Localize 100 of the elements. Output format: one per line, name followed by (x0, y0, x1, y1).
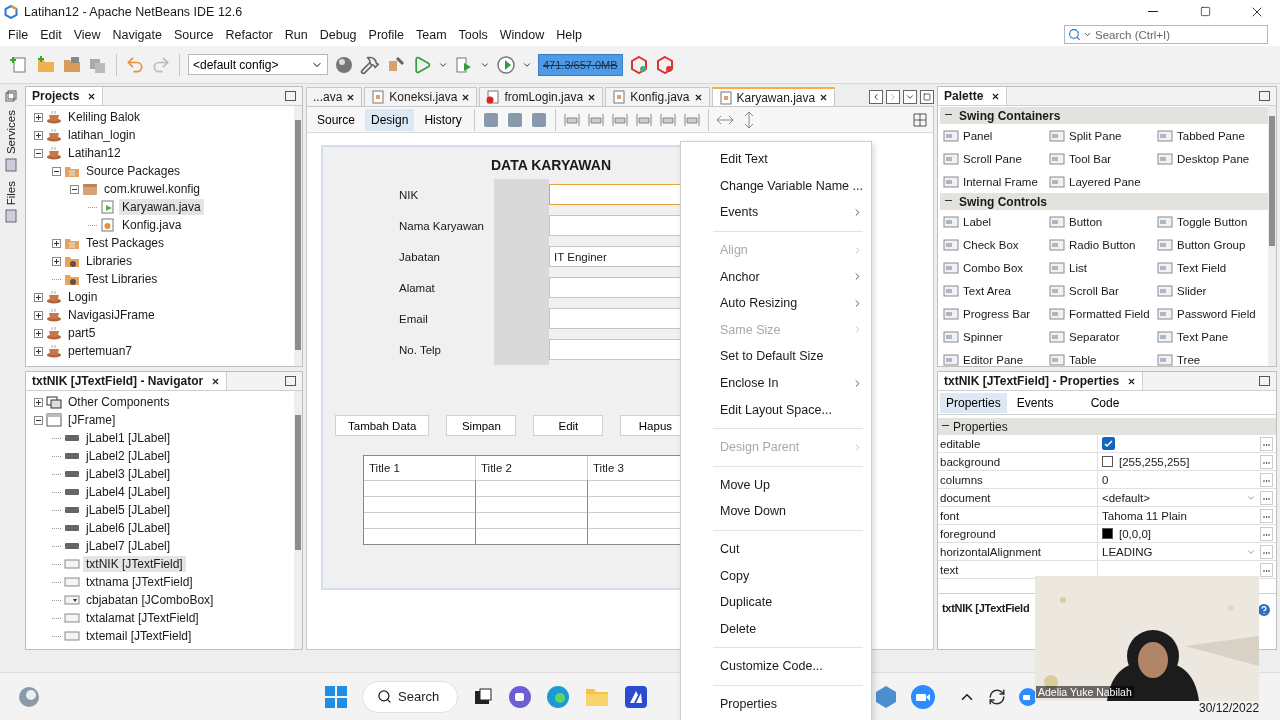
menu-item[interactable]: View (67, 27, 107, 42)
palette-component[interactable]: Editor Pane (963, 353, 1024, 366)
menu-item[interactable]: Cut (681, 535, 871, 563)
menu-item[interactable]: Run (278, 27, 314, 42)
form-button[interactable]: Tambah Data (335, 415, 430, 436)
menu-item[interactable]: Move Down (681, 498, 871, 525)
menu-item[interactable]: Delete (681, 615, 871, 643)
property-value[interactable]: Tahoma 11 Plain (1102, 509, 1187, 522)
search-field[interactable]: Search (Ctrl+I) (1064, 25, 1268, 44)
palette-component[interactable]: Separator (1069, 330, 1120, 343)
menu-item[interactable]: Copy (681, 562, 871, 589)
component-node[interactable]: jLabel5 [JLabel] (83, 502, 174, 518)
component-node[interactable]: jLabel6 [JLabel] (83, 520, 174, 536)
menu-item[interactable]: Refactor (219, 27, 279, 42)
palette-component[interactable]: Button (1069, 215, 1103, 228)
palette-component[interactable]: Tool Bar (1069, 152, 1112, 165)
palette-component[interactable]: Combo Box (963, 261, 1024, 274)
palette-component[interactable]: Label (963, 215, 992, 228)
menu-item[interactable]: Window (493, 27, 551, 42)
project-node[interactable]: Latihan12 (65, 145, 124, 161)
palette-title-tab[interactable]: Palette (938, 87, 1008, 105)
palette-component[interactable]: Formatted Field (1069, 307, 1150, 320)
palette-component[interactable]: Text Pane (1177, 330, 1229, 343)
menu-item[interactable]: Duplicate (681, 588, 871, 616)
project-node[interactable]: Libraries (83, 253, 136, 269)
component-node[interactable]: jLabel4 [JLabel] (83, 484, 174, 500)
palette-component[interactable]: Progress Bar (963, 307, 1031, 320)
menu-item[interactable]: Edit (34, 27, 68, 42)
menu-item[interactable]: Help (550, 27, 588, 42)
project-node[interactable]: Login (65, 289, 101, 305)
project-node[interactable]: part5 (65, 325, 99, 341)
palette-component[interactable]: Table (1069, 353, 1097, 366)
editor-tab[interactable]: ...ava (306, 87, 363, 106)
editor-tab[interactable]: Konfig.java (605, 87, 710, 106)
component-node[interactable]: jLabel2 [JLabel] (83, 448, 174, 464)
palette-component[interactable]: Text Field (1177, 261, 1227, 274)
palette-component[interactable]: Password Field (1177, 307, 1256, 320)
palette-component[interactable]: Check Box (963, 238, 1019, 251)
config-dropdown[interactable]: <default config> (188, 54, 328, 75)
view-tab[interactable]: Source (311, 108, 362, 131)
side-tab[interactable]: Services (5, 110, 17, 155)
menu-item[interactable]: Set to Default Size (681, 343, 871, 370)
menu-item[interactable]: Change Variable Name ... (681, 172, 871, 200)
component-node[interactable]: cbjabatan [JComboBox] (83, 592, 217, 608)
side-tab[interactable]: Files (5, 181, 17, 206)
editor-tab[interactable]: Karyawan.java (711, 87, 836, 106)
form-button[interactable]: Edit (533, 415, 604, 436)
palette-component[interactable]: Internal Frame (963, 175, 1038, 188)
property-value[interactable]: 0 (1102, 473, 1109, 486)
palette-section[interactable]: Swing Controls (940, 193, 1268, 210)
project-node[interactable]: NavigasiJFrame (65, 307, 158, 323)
project-node[interactable]: Test Packages (83, 235, 168, 251)
project-node[interactable]: pertemuan7 (65, 343, 136, 359)
palette-component[interactable]: List (1069, 261, 1087, 274)
project-node[interactable]: Karyawan.java (119, 199, 204, 215)
panel-tab[interactable]: txtNIK [JTextField] - Navigator (26, 372, 228, 390)
palette-component[interactable]: Spinner (963, 330, 1003, 343)
editor-tab[interactable]: fromLogin.java (479, 87, 604, 106)
palette-component[interactable]: Tabbed Pane (1177, 129, 1245, 142)
palette-component[interactable]: Button Group (1177, 238, 1246, 251)
palette-component[interactable]: Tree (1177, 353, 1201, 366)
editor-tab[interactable]: Koneksi.java (364, 87, 478, 106)
menu-item[interactable]: Edit Text (681, 146, 871, 173)
menu-item[interactable]: File (2, 27, 35, 42)
project-node[interactable]: Keliling Balok (65, 109, 144, 125)
menu-item[interactable]: Debug (313, 27, 363, 42)
component-node[interactable]: txtemail [JTextField] (83, 628, 195, 644)
component-node[interactable]: Other Components (65, 394, 173, 410)
panel-tab[interactable]: Projects (26, 87, 104, 105)
form-button[interactable]: Simpan (446, 415, 517, 436)
palette-component[interactable]: Desktop Pane (1177, 152, 1250, 165)
menu-item[interactable]: Navigate (106, 27, 168, 42)
project-node[interactable]: Test Libraries (83, 271, 161, 287)
menu-item[interactable]: Team (410, 27, 453, 42)
component-node[interactable]: [JFrame] (65, 412, 119, 428)
component-node[interactable]: jLabel3 [JLabel] (83, 466, 174, 482)
component-node[interactable]: txtNIK [JTextField] (83, 556, 186, 572)
menu-item[interactable]: Properties (681, 690, 871, 718)
property-value[interactable]: <default> (1102, 491, 1240, 504)
menu-item[interactable]: Events (681, 199, 871, 226)
palette-section[interactable]: Swing Containers (940, 107, 1268, 124)
project-node[interactable]: com.kruwel.konfig (101, 181, 204, 197)
properties-tab[interactable]: Properties (940, 392, 1007, 413)
palette-component[interactable]: Radio Button (1069, 238, 1136, 251)
component-node[interactable]: jLabel7 [JLabel] (83, 538, 174, 554)
palette-component[interactable]: Text Area (963, 284, 1011, 297)
menu-item[interactable]: Source (167, 27, 220, 42)
property-value[interactable]: LEADING (1102, 545, 1240, 558)
project-node[interactable]: Konfig.java (119, 217, 185, 233)
component-node[interactable]: txtalamat [JTextField] (83, 610, 202, 626)
palette-component[interactable]: Scroll Pane (963, 152, 1022, 165)
palette-component[interactable]: Split Pane (1069, 129, 1122, 142)
properties-tab[interactable]: Code (1084, 392, 1155, 413)
palette-component[interactable]: Slider (1177, 284, 1207, 297)
menu-item[interactable]: Auto Resizing (681, 289, 871, 317)
component-node[interactable]: jLabel1 [JLabel] (83, 430, 174, 446)
palette-component[interactable]: Layered Pane (1069, 175, 1141, 188)
menu-item[interactable]: Tools (452, 27, 494, 42)
menu-item[interactable]: Profile (362, 27, 410, 42)
view-tab[interactable]: History (418, 108, 468, 131)
